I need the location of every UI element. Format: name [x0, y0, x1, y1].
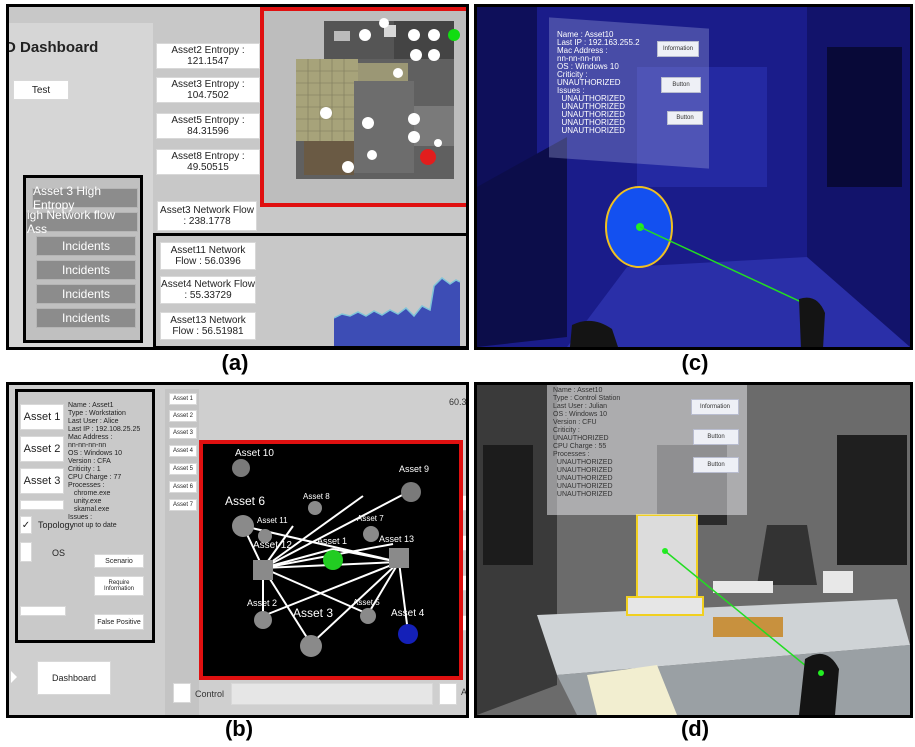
caption-c: (c) — [681, 350, 709, 375]
flow-asset11: Asset11 Network Flow : 56.0396 — [160, 242, 256, 270]
graph-label: Asset 6 — [225, 494, 266, 508]
topology-checkbox[interactable]: ✓ — [20, 516, 32, 534]
asset-list-item[interactable]: Asset 1 — [20, 404, 64, 430]
left-list-box: Asset 1 Asset 2 Asset 3 Name : Asset1 Ty… — [15, 389, 155, 643]
floor-map — [260, 7, 466, 207]
slider-track[interactable] — [20, 606, 66, 616]
control-letter: A — [461, 687, 468, 697]
graph-label: Asset 12 — [253, 540, 292, 551]
incidents-item[interactable]: Incidents — [36, 284, 136, 304]
false-positive-button[interactable]: False Positive — [94, 614, 144, 630]
vr-button[interactable]: Button — [693, 457, 739, 473]
panel-b: Asset 1 Asset 2 Asset 3 Name : Asset1 Ty… — [6, 382, 469, 718]
panel-d: Name : Asset10 Type : Control Station La… — [474, 382, 913, 718]
vr-button[interactable]: Button — [667, 111, 703, 125]
vr-info-text: Name : Asset10 Type : Control Station La… — [553, 387, 621, 498]
test-button[interactable]: Test — [13, 80, 69, 100]
asset-list-item[interactable]: Asset 3 — [20, 468, 64, 494]
graph-label: Asset 11 — [257, 516, 288, 525]
graph-label: Asset 9 — [399, 464, 430, 474]
topology-graph: Asset 10 Asset 9 Asset 6 Asset 8 Asset 1… — [199, 440, 463, 680]
entropy-asset5: Asset5 Entropy : 84.31596 — [156, 113, 260, 139]
control-button[interactable] — [439, 683, 457, 705]
os-checkbox[interactable] — [20, 542, 32, 562]
asset-tab[interactable]: Asset 6 — [169, 481, 197, 493]
incidents-item[interactable]: Incidents — [36, 308, 136, 328]
alert-item[interactable]: igh Network flow Ass — [26, 208, 138, 236]
vr-info-text: Name : Asset10 Last IP : 192.163.255.2 M… — [557, 30, 640, 135]
vr-button[interactable]: Button — [693, 429, 739, 445]
graph-label: Asset 10 — [235, 448, 274, 459]
panel-a: D Dashboard Test Asset2 Entropy : 121.15… — [6, 4, 469, 350]
network-flow-box: Asset11 Network Flow : 56.0396 Asset4 Ne… — [153, 233, 466, 347]
control-checkbox[interactable] — [173, 683, 191, 703]
entropy-asset8: Asset8 Entropy : 49.50515 — [156, 149, 260, 175]
control-label: Control — [195, 689, 225, 699]
dashboard-title: D Dashboard — [6, 39, 99, 56]
asset-info-text: Name : Asset1 Type : Workstation Last Us… — [68, 402, 141, 529]
asset-list-item[interactable]: Asset 2 — [20, 436, 64, 462]
alert-item[interactable]: Asset 3 High Entropy — [32, 184, 138, 212]
graph-label: Asset 1 — [317, 536, 348, 546]
graph-label: Asset 3 — [293, 606, 334, 620]
asset-tab[interactable]: Asset 4 — [169, 445, 197, 457]
incidents-item[interactable]: Incidents — [36, 236, 136, 256]
flow-asset4: Asset4 Network Flow : 55.33729 — [160, 276, 256, 304]
dashboard-button[interactable]: Dashboard — [37, 661, 111, 695]
asset-tab[interactable]: Asset 3 — [169, 427, 197, 439]
alerts-box: Asset 3 High Entropy igh Network flow As… — [23, 175, 143, 343]
graph-label: Asset 8 — [303, 492, 330, 501]
information-button[interactable]: Information — [657, 41, 699, 57]
require-information-button[interactable]: Require Information — [94, 576, 144, 596]
entropy-asset2: Asset2 Entropy : 121.1547 — [156, 43, 260, 69]
flow-asset13: Asset13 Network Flow : 56.51981 — [160, 312, 256, 340]
os-label: OS — [52, 548, 66, 558]
vr-button[interactable]: Button — [661, 77, 701, 93]
flow-sparkline — [334, 277, 461, 346]
asset-tab[interactable]: Asset 5 — [169, 463, 197, 475]
topology-label: Topology — [38, 520, 75, 530]
information-button[interactable]: Information — [691, 399, 739, 415]
graph-label: Asset 7 — [357, 514, 384, 523]
top-right-value: 60.3 — [449, 397, 467, 407]
asset-tab[interactable]: Asset 1 — [169, 393, 197, 405]
floor-plan-svg — [296, 18, 460, 179]
asset-tab[interactable]: Asset 7 — [169, 499, 197, 511]
graph-label: Asset 2 — [247, 598, 278, 608]
graph-label: Asset 4 — [391, 608, 425, 619]
left-arrow-icon[interactable] — [11, 671, 17, 683]
graph-label: Asset 13 — [379, 534, 415, 544]
flow-asset3: Asset3 Network Flow : 238.1778 — [157, 201, 257, 231]
incidents-item[interactable]: Incidents — [36, 260, 136, 280]
entropy-asset3: Asset3 Entropy : 104.7502 — [156, 77, 260, 103]
caption-d: (d) — [680, 716, 710, 741]
caption-a: (a) — [221, 350, 249, 375]
asset-tab[interactable]: Asset 2 — [169, 410, 197, 422]
topology-svg — [232, 459, 421, 657]
panel-c: Name : Asset10 Last IP : 192.163.255.2 M… — [474, 4, 913, 350]
caption-b: (b) — [224, 716, 254, 741]
graph-label: Asset 5 — [353, 598, 380, 607]
blank-list-item[interactable] — [20, 500, 64, 510]
scenario-button[interactable]: Scenario — [94, 554, 144, 568]
control-input[interactable] — [231, 683, 433, 705]
